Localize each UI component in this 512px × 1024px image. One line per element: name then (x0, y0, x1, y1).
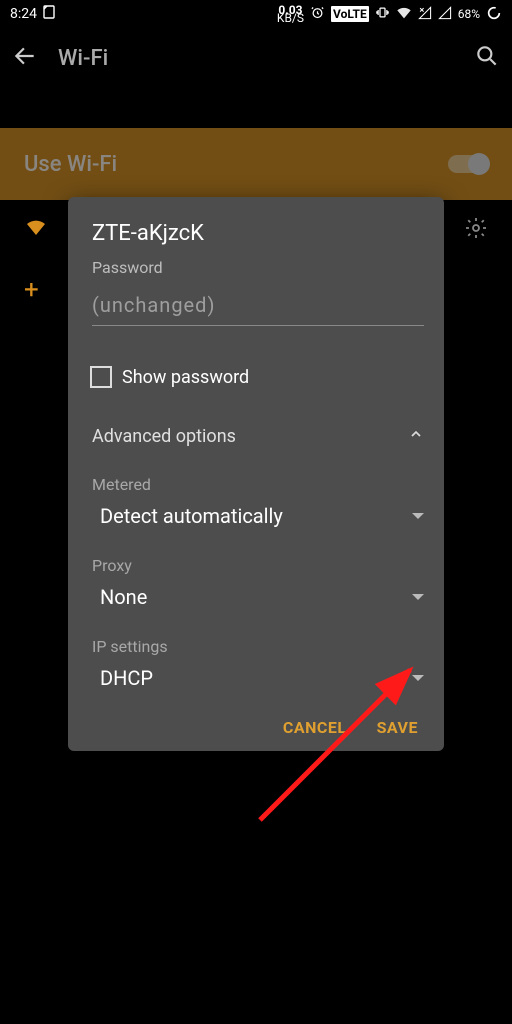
wifi-icon (396, 6, 412, 23)
signal-x-icon (418, 6, 432, 23)
wifi-network-icon (24, 217, 48, 243)
ip-settings-value: DHCP (100, 666, 153, 690)
use-wifi-label: Use Wi-Fi (24, 152, 448, 177)
show-password-row[interactable]: Show password (90, 366, 424, 388)
loading-circle-icon (486, 5, 502, 24)
proxy-label: Proxy (92, 556, 424, 575)
metered-select[interactable]: Metered Detect automatically (92, 475, 424, 528)
sim-icon (43, 5, 55, 23)
volte-badge: VoLTE (331, 6, 369, 22)
use-wifi-toggle[interactable] (448, 155, 488, 173)
status-time: 8:24 (10, 6, 37, 22)
proxy-select[interactable]: Proxy None (92, 556, 424, 609)
alarm-icon (310, 5, 325, 23)
plus-icon[interactable]: + (24, 275, 39, 305)
metered-label: Metered (92, 475, 424, 494)
wifi-edit-dialog: ZTE-aKjzcK Password Show password Advanc… (68, 197, 444, 751)
dropdown-icon (412, 513, 424, 519)
status-bar: 8:24 0.03 KB/S VoLTE 68% (0, 0, 512, 28)
data-rate: 0.03 KB/S (277, 6, 304, 22)
signal-icon (438, 6, 452, 23)
back-icon[interactable] (12, 43, 38, 73)
battery-text: 68% (458, 7, 480, 21)
use-wifi-row: Use Wi-Fi (0, 128, 512, 200)
ip-settings-select[interactable]: IP settings DHCP (92, 637, 424, 690)
dialog-ssid: ZTE-aKjzcK (92, 221, 424, 246)
page-title: Wi-Fi (58, 46, 454, 71)
search-icon[interactable] (474, 43, 500, 73)
dropdown-icon (412, 675, 424, 681)
proxy-value: None (100, 585, 147, 609)
save-button[interactable]: SAVE (377, 718, 418, 737)
dropdown-icon (412, 594, 424, 600)
password-input[interactable] (92, 289, 424, 326)
chevron-up-icon (408, 426, 424, 447)
password-label: Password (92, 258, 424, 277)
advanced-options-label: Advanced options (92, 426, 236, 447)
gear-icon[interactable] (464, 216, 488, 244)
show-password-label: Show password (122, 367, 249, 388)
ip-settings-label: IP settings (92, 637, 424, 656)
app-header: Wi-Fi (0, 28, 512, 88)
vibrate-icon (375, 5, 390, 23)
show-password-checkbox[interactable] (90, 366, 112, 388)
advanced-options-toggle[interactable]: Advanced options (92, 426, 424, 447)
metered-value: Detect automatically (100, 504, 283, 528)
cancel-button[interactable]: CANCEL (283, 718, 347, 737)
